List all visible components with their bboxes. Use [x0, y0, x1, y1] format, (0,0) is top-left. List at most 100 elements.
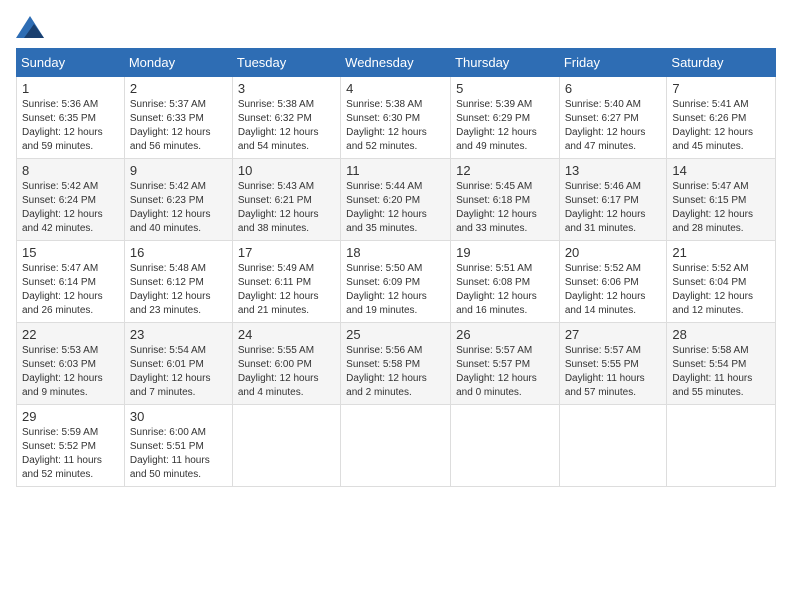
day-number: 9 — [130, 163, 227, 178]
day-cell-1: 1 Sunrise: 5:36 AM Sunset: 6:35 PM Daylig… — [17, 77, 125, 159]
week-row-4: 22 Sunrise: 5:53 AM Sunset: 6:03 PM Dayli… — [17, 323, 776, 405]
day-info: Sunrise: 5:59 AM Sunset: 5:52 PM Dayligh… — [22, 426, 119, 482]
day-number: 1 — [22, 81, 119, 96]
day-cell-17: 17 Sunrise: 5:49 AM Sunset: 6:11 PM Dayli… — [232, 241, 340, 323]
header-day-thursday: Thursday — [451, 49, 560, 77]
day-cell-3: 3 Sunrise: 5:38 AM Sunset: 6:32 PM Daylig… — [232, 77, 340, 159]
day-info: Sunrise: 5:36 AM Sunset: 6:35 PM Dayligh… — [22, 98, 119, 154]
day-info: Sunrise: 5:42 AM Sunset: 6:23 PM Dayligh… — [130, 180, 227, 236]
day-info: Sunrise: 5:47 AM Sunset: 6:15 PM Dayligh… — [672, 180, 770, 236]
day-cell-12: 12 Sunrise: 5:45 AM Sunset: 6:18 PM Dayli… — [451, 159, 560, 241]
header-day-tuesday: Tuesday — [232, 49, 340, 77]
day-cell-26: 26 Sunrise: 5:57 AM Sunset: 5:57 PM Dayli… — [451, 323, 560, 405]
day-number: 10 — [238, 163, 335, 178]
header-day-wednesday: Wednesday — [341, 49, 451, 77]
day-cell-4: 4 Sunrise: 5:38 AM Sunset: 6:30 PM Daylig… — [341, 77, 451, 159]
day-cell-5: 5 Sunrise: 5:39 AM Sunset: 6:29 PM Daylig… — [451, 77, 560, 159]
day-info: Sunrise: 5:46 AM Sunset: 6:17 PM Dayligh… — [565, 180, 662, 236]
day-cell-9: 9 Sunrise: 5:42 AM Sunset: 6:23 PM Daylig… — [124, 159, 232, 241]
calendar-table: SundayMondayTuesdayWednesdayThursdayFrid… — [16, 48, 776, 487]
logo — [16, 16, 48, 38]
day-info: Sunrise: 5:57 AM Sunset: 5:57 PM Dayligh… — [456, 344, 554, 400]
day-cell-30: 30 Sunrise: 6:00 AM Sunset: 5:51 PM Dayli… — [124, 405, 232, 487]
day-cell-23: 23Sunrise: 5:54 AM Sunset: 6:01 PM Dayli… — [124, 323, 232, 405]
logo-icon — [16, 16, 44, 38]
day-cell-20: 20Sunrise: 5:52 AM Sunset: 6:06 PM Dayli… — [559, 241, 667, 323]
header-day-monday: Monday — [124, 49, 232, 77]
day-cell-25: 25 Sunrise: 5:56 AM Sunset: 5:58 PM Dayli… — [341, 323, 451, 405]
day-cell-24: 24Sunrise: 5:55 AM Sunset: 6:00 PM Dayli… — [232, 323, 340, 405]
day-cell-11: 11 Sunrise: 5:44 AM Sunset: 6:20 PM Dayli… — [341, 159, 451, 241]
day-info: Sunrise: 5:50 AM Sunset: 6:09 PM Dayligh… — [346, 262, 445, 318]
day-number: 12 — [456, 163, 554, 178]
day-info: Sunrise: 5:41 AM Sunset: 6:26 PM Dayligh… — [672, 98, 770, 154]
day-number: 16 — [130, 245, 227, 260]
day-info: Sunrise: 5:57 AM Sunset: 5:55 PM Dayligh… — [565, 344, 662, 400]
day-info: Sunrise: 5:56 AM Sunset: 5:58 PM Dayligh… — [346, 344, 445, 400]
day-cell-7: 7 Sunrise: 5:41 AM Sunset: 6:26 PM Daylig… — [667, 77, 776, 159]
day-cell-2: 2 Sunrise: 5:37 AM Sunset: 6:33 PM Daylig… — [124, 77, 232, 159]
day-number: 18 — [346, 245, 445, 260]
day-info: Sunrise: 5:54 AM Sunset: 6:01 PM Dayligh… — [130, 344, 227, 400]
day-number: 2 — [130, 81, 227, 96]
day-number: 14 — [672, 163, 770, 178]
day-info: Sunrise: 5:47 AM Sunset: 6:14 PM Dayligh… — [22, 262, 119, 318]
day-number: 5 — [456, 81, 554, 96]
day-cell-10: 10 Sunrise: 5:43 AM Sunset: 6:21 PM Dayli… — [232, 159, 340, 241]
day-info: Sunrise: 5:52 AM Sunset: 6:04 PM Dayligh… — [672, 262, 770, 318]
header-row: SundayMondayTuesdayWednesdayThursdayFrid… — [17, 49, 776, 77]
day-info: Sunrise: 5:45 AM Sunset: 6:18 PM Dayligh… — [456, 180, 554, 236]
day-number: 17 — [238, 245, 335, 260]
header-day-saturday: Saturday — [667, 49, 776, 77]
day-cell-29: 29Sunrise: 5:59 AM Sunset: 5:52 PM Dayli… — [17, 405, 125, 487]
header-day-friday: Friday — [559, 49, 667, 77]
day-number: 27 — [565, 327, 662, 342]
header — [16, 16, 776, 38]
day-number: 6 — [565, 81, 662, 96]
empty-cell — [667, 405, 776, 487]
day-cell-18: 18 Sunrise: 5:50 AM Sunset: 6:09 PM Dayli… — [341, 241, 451, 323]
day-cell-22: 22 Sunrise: 5:53 AM Sunset: 6:03 PM Dayli… — [17, 323, 125, 405]
day-number: 13 — [565, 163, 662, 178]
day-cell-19: 19 Sunrise: 5:51 AM Sunset: 6:08 PM Dayli… — [451, 241, 560, 323]
day-cell-6: 6 Sunrise: 5:40 AM Sunset: 6:27 PM Daylig… — [559, 77, 667, 159]
day-info: Sunrise: 5:44 AM Sunset: 6:20 PM Dayligh… — [346, 180, 445, 236]
day-info: Sunrise: 5:55 AM Sunset: 6:00 PM Dayligh… — [238, 344, 335, 400]
day-number: 22 — [22, 327, 119, 342]
day-cell-14: 14 Sunrise: 5:47 AM Sunset: 6:15 PM Dayli… — [667, 159, 776, 241]
day-info: Sunrise: 5:51 AM Sunset: 6:08 PM Dayligh… — [456, 262, 554, 318]
day-info: Sunrise: 5:38 AM Sunset: 6:32 PM Dayligh… — [238, 98, 335, 154]
day-number: 21 — [672, 245, 770, 260]
day-info: Sunrise: 5:49 AM Sunset: 6:11 PM Dayligh… — [238, 262, 335, 318]
day-cell-13: 13 Sunrise: 5:46 AM Sunset: 6:17 PM Dayli… — [559, 159, 667, 241]
day-info: Sunrise: 5:38 AM Sunset: 6:30 PM Dayligh… — [346, 98, 445, 154]
day-number: 4 — [346, 81, 445, 96]
day-number: 11 — [346, 163, 445, 178]
day-number: 15 — [22, 245, 119, 260]
day-number: 20 — [565, 245, 662, 260]
day-cell-27: 27 Sunrise: 5:57 AM Sunset: 5:55 PM Dayli… — [559, 323, 667, 405]
day-number: 7 — [672, 81, 770, 96]
day-cell-28: 28Sunrise: 5:58 AM Sunset: 5:54 PM Dayli… — [667, 323, 776, 405]
day-number: 26 — [456, 327, 554, 342]
day-info: Sunrise: 6:00 AM Sunset: 5:51 PM Dayligh… — [130, 426, 227, 482]
day-info: Sunrise: 5:43 AM Sunset: 6:21 PM Dayligh… — [238, 180, 335, 236]
day-number: 30 — [130, 409, 227, 424]
empty-cell — [451, 405, 560, 487]
day-info: Sunrise: 5:53 AM Sunset: 6:03 PM Dayligh… — [22, 344, 119, 400]
week-row-2: 8Sunrise: 5:42 AM Sunset: 6:24 PM Daylig… — [17, 159, 776, 241]
day-number: 19 — [456, 245, 554, 260]
day-cell-21: 21 Sunrise: 5:52 AM Sunset: 6:04 PM Dayli… — [667, 241, 776, 323]
day-number: 28 — [672, 327, 770, 342]
empty-cell — [559, 405, 667, 487]
week-row-3: 15 Sunrise: 5:47 AM Sunset: 6:14 PM Dayli… — [17, 241, 776, 323]
day-number: 25 — [346, 327, 445, 342]
day-info: Sunrise: 5:39 AM Sunset: 6:29 PM Dayligh… — [456, 98, 554, 154]
empty-cell — [232, 405, 340, 487]
week-row-1: 1 Sunrise: 5:36 AM Sunset: 6:35 PM Daylig… — [17, 77, 776, 159]
day-cell-16: 16Sunrise: 5:48 AM Sunset: 6:12 PM Dayli… — [124, 241, 232, 323]
day-info: Sunrise: 5:37 AM Sunset: 6:33 PM Dayligh… — [130, 98, 227, 154]
day-number: 3 — [238, 81, 335, 96]
day-cell-15: 15 Sunrise: 5:47 AM Sunset: 6:14 PM Dayli… — [17, 241, 125, 323]
day-info: Sunrise: 5:40 AM Sunset: 6:27 PM Dayligh… — [565, 98, 662, 154]
